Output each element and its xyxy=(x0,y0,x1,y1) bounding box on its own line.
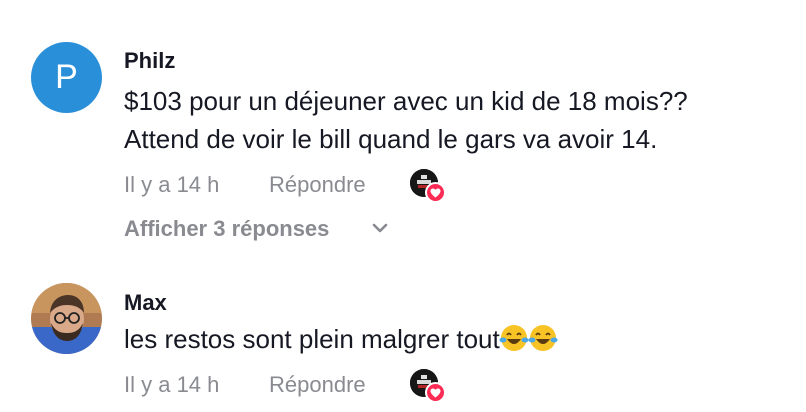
user-photo xyxy=(31,283,102,354)
avatar[interactable] xyxy=(31,283,102,354)
comment-max: Max les restos sont plein malgrer tout😂😂… xyxy=(0,0,806,412)
comment-line: les restos sont plein malgrer tout xyxy=(124,324,500,354)
creator-liked-badge xyxy=(410,369,446,403)
timestamp: Il y a 14 h xyxy=(124,372,220,397)
tears-of-joy-emoji-icon xyxy=(499,325,529,351)
heart-icon xyxy=(425,382,446,403)
tears-of-joy-emoji-icon xyxy=(528,325,558,351)
comment-text: les restos sont plein malgrer tout😂😂 xyxy=(124,320,558,358)
username[interactable]: Max xyxy=(124,290,167,316)
reply-button[interactable]: Répondre xyxy=(269,372,366,398)
